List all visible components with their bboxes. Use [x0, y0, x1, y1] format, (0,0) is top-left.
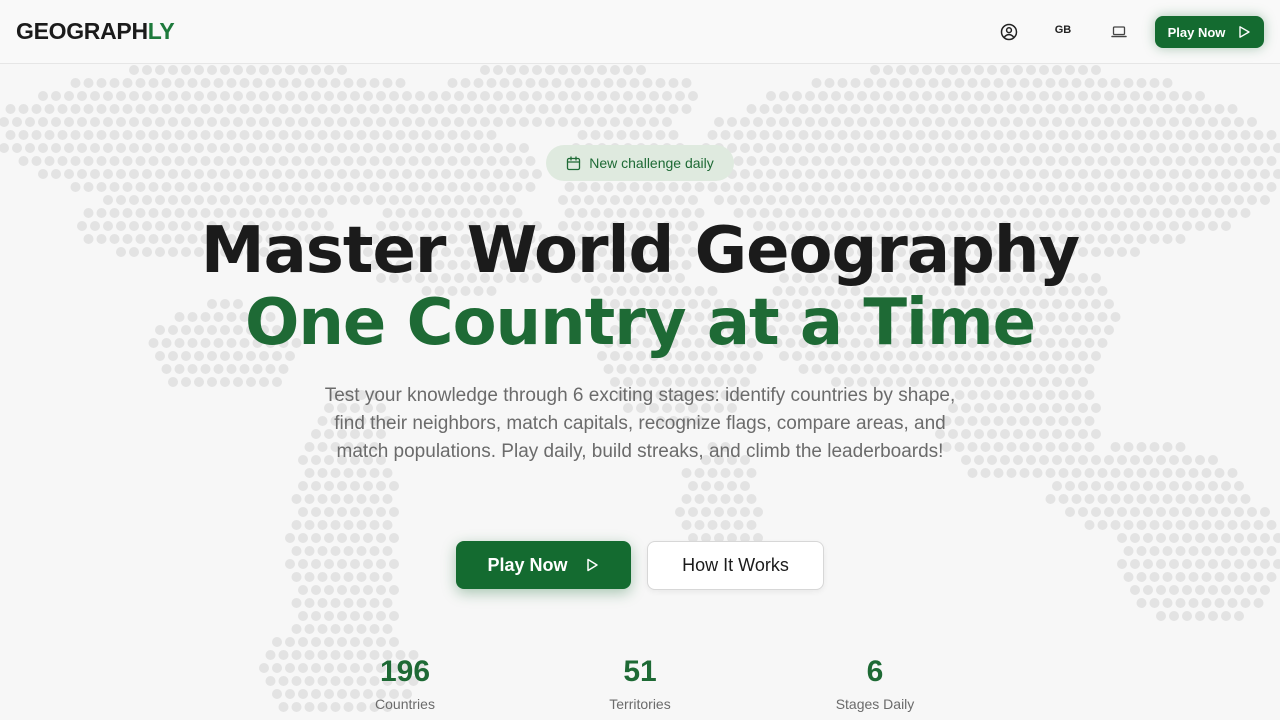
- logo-accent-text: LY: [147, 18, 175, 44]
- stat-value: 6: [866, 655, 884, 688]
- logo[interactable]: GEOGRAPHLY: [16, 18, 175, 45]
- language-selector[interactable]: GB: [1051, 24, 1075, 42]
- stat-label: Stages Daily: [835, 696, 915, 712]
- stat-value: 196: [379, 655, 431, 688]
- laptop-icon: [1111, 26, 1127, 38]
- play-now-label: Play Now: [487, 554, 568, 575]
- calendar-icon: [567, 155, 581, 170]
- logo-main-text: GEOGRAPH: [16, 18, 148, 44]
- stat-label: Countries: [375, 696, 435, 712]
- stat-territories: 51 Territories: [530, 654, 750, 712]
- play-icon: [1239, 26, 1251, 38]
- stat-label: Territories: [609, 696, 671, 712]
- header-play-label: Play Now: [1167, 24, 1226, 40]
- stat-countries: 196 Countries: [295, 654, 515, 712]
- hero-section: New challenge daily Master World Geograp…: [0, 64, 1280, 720]
- theme-toggle-button[interactable]: [1107, 20, 1131, 44]
- how-it-works-button[interactable]: How It Works: [647, 541, 824, 590]
- user-account-icon[interactable]: [997, 20, 1021, 44]
- hero-description: Test your knowledge through 6 exciting s…: [324, 385, 956, 462]
- hero-title-line-1: Master World Geography: [200, 214, 1080, 288]
- how-it-works-label: How It Works: [682, 555, 789, 575]
- stat-value: 51: [623, 655, 657, 688]
- hero-title-line-2: One Country at a Time: [244, 286, 1036, 360]
- header-play-now-button[interactable]: Play Now: [1155, 16, 1264, 48]
- top-navigation-bar: GEOGRAPHLY GB Play Now: [0, 0, 1280, 64]
- play-now-button[interactable]: Play Now: [456, 541, 631, 589]
- user-icon: [1000, 23, 1018, 41]
- play-icon: [586, 558, 598, 572]
- stat-stages-daily: 6 Stages Daily: [765, 654, 985, 712]
- daily-challenge-badge: New challenge daily: [546, 145, 734, 181]
- badge-label: New challenge daily: [589, 155, 714, 171]
